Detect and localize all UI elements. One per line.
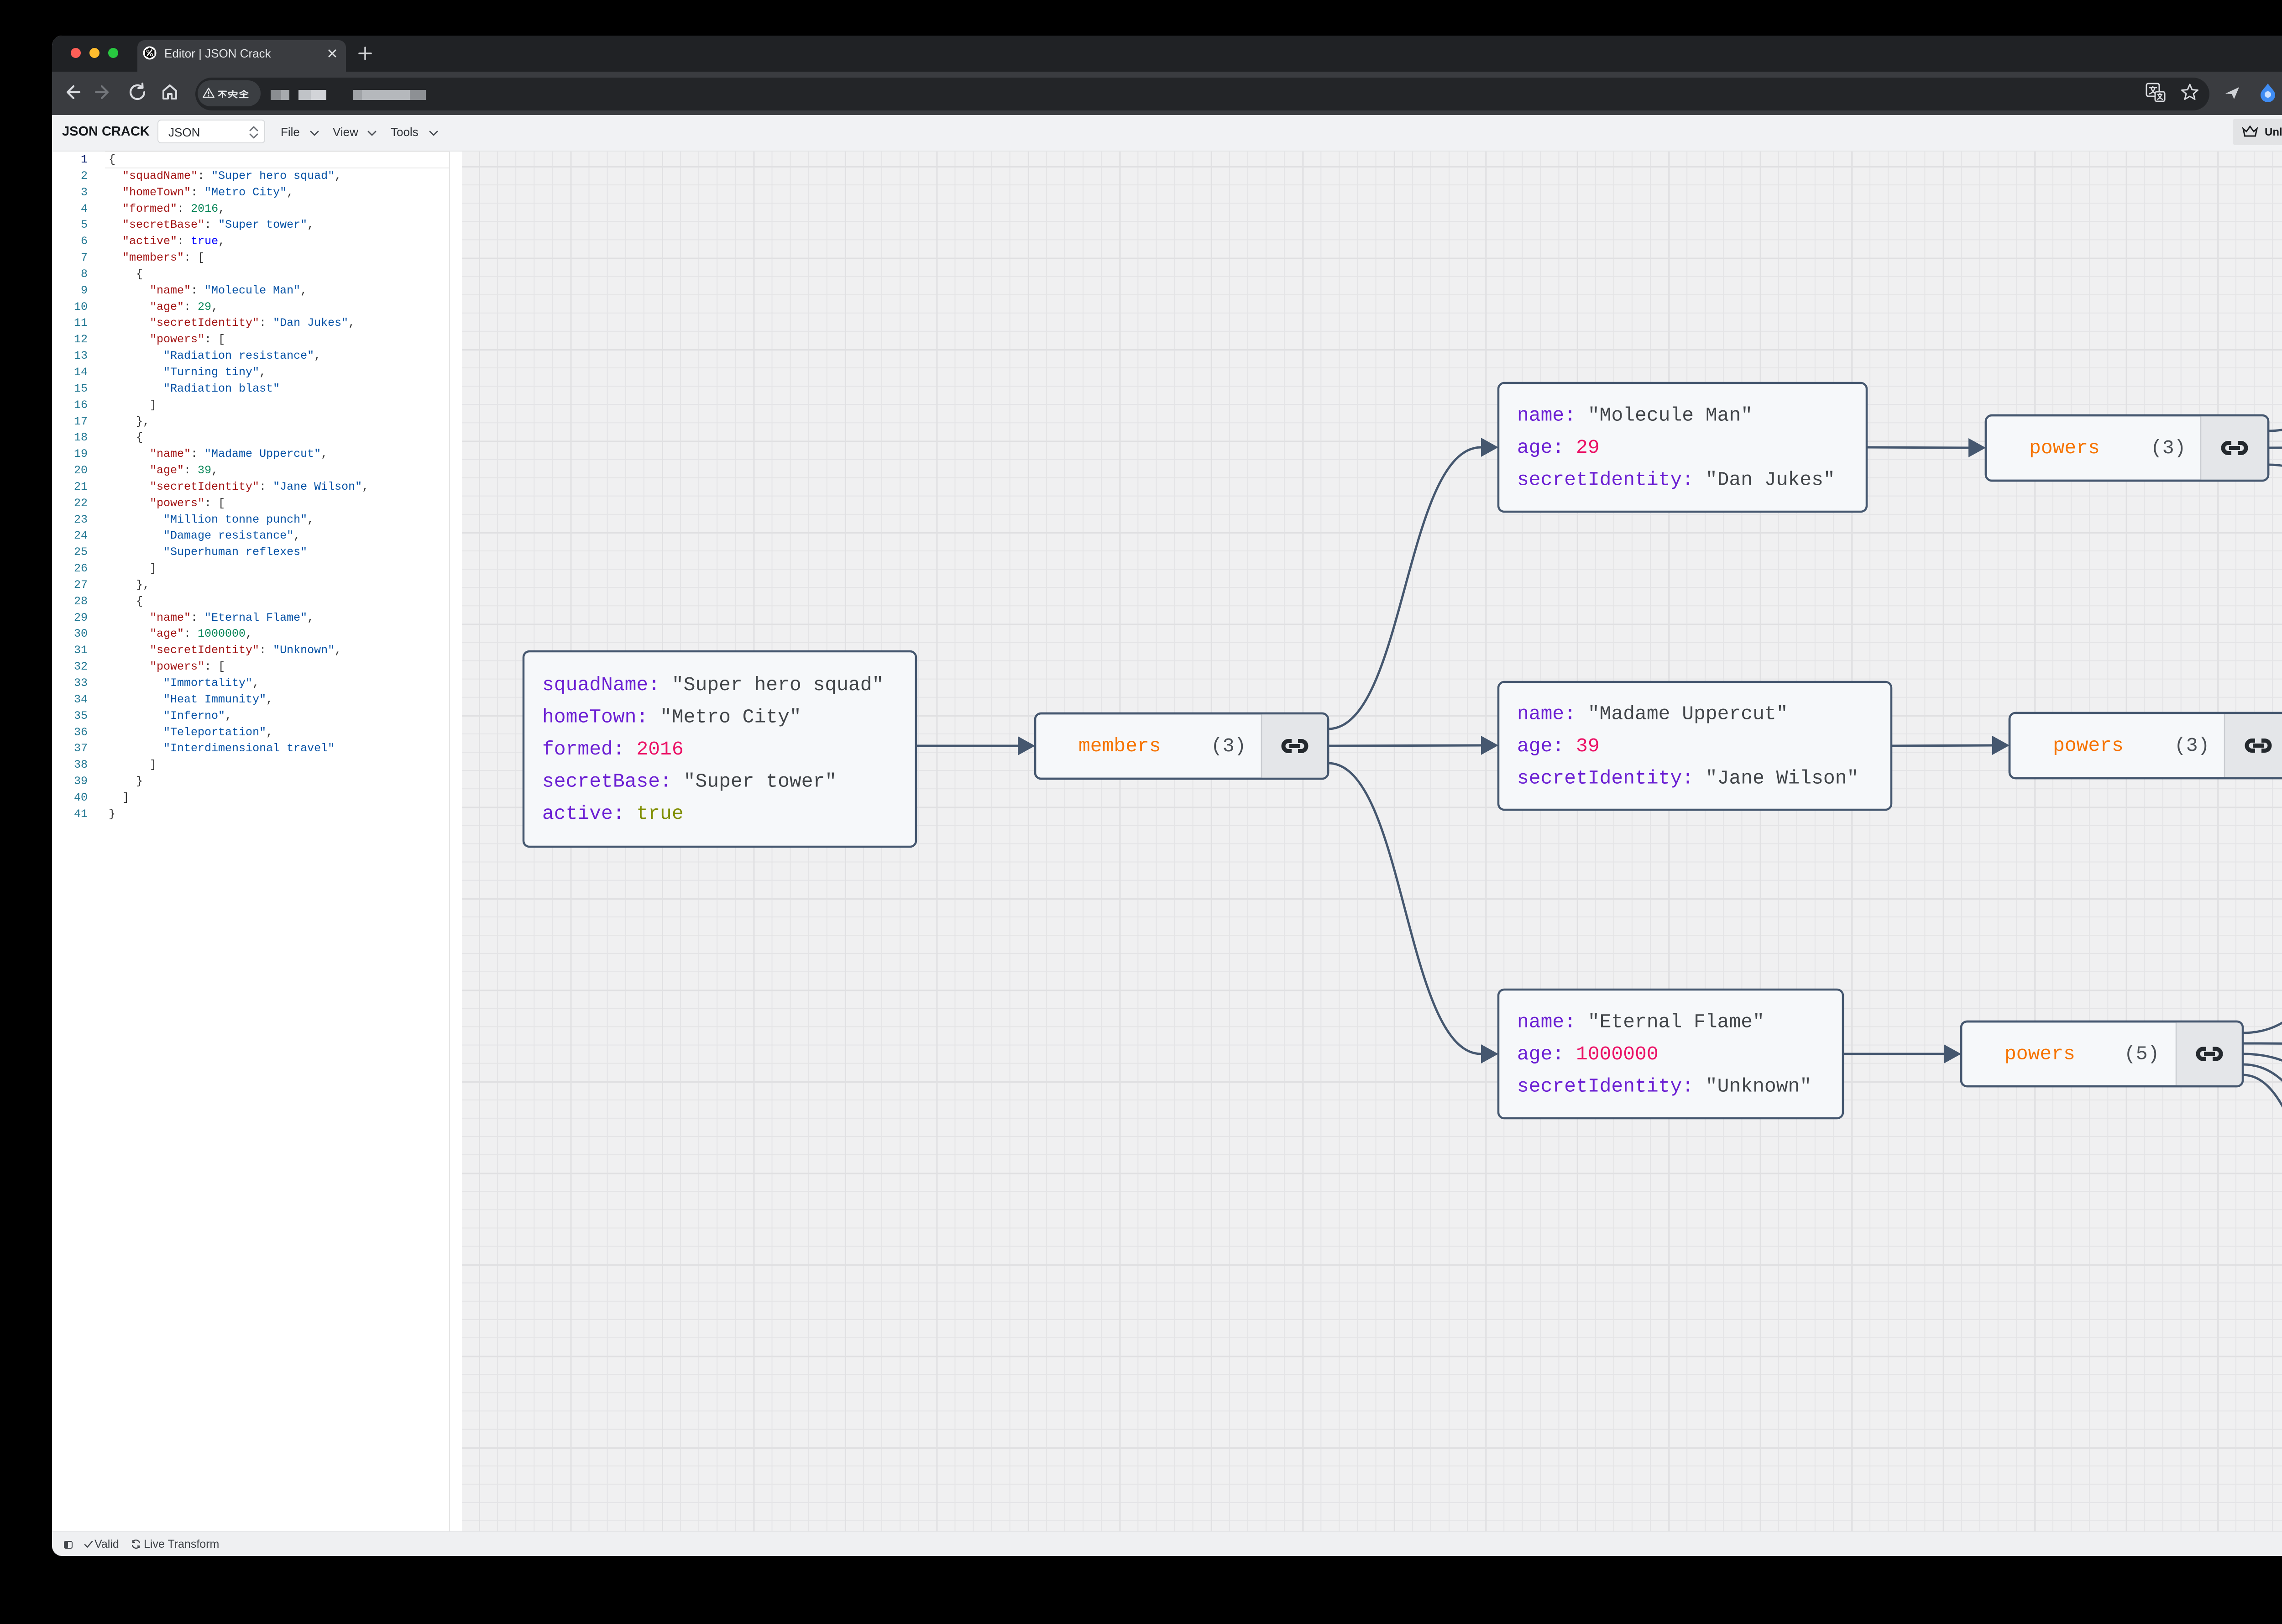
svg-text:powers: powers	[2029, 437, 2100, 459]
svg-text:secretIdentity: "Dan Jukes": secretIdentity: "Dan Jukes"	[1517, 468, 1835, 491]
svg-text:(3): (3)	[1211, 735, 1246, 757]
svg-text:(5): (5)	[2124, 1043, 2159, 1065]
svg-text:powers: powers	[2053, 734, 2124, 757]
svg-text:(3): (3)	[2151, 437, 2186, 459]
svg-text:secretBase: "Super tower": secretBase: "Super tower"	[542, 770, 837, 792]
svg-text:name: "Eternal Flame": name: "Eternal Flame"	[1517, 1011, 1764, 1033]
svg-text:homeTown: "Metro City": homeTown: "Metro City"	[542, 706, 801, 728]
svg-text:squadName: "Super hero squad": squadName: "Super hero squad"	[542, 674, 884, 696]
svg-text:active: true: active: true	[542, 802, 684, 825]
svg-text:age: 29: age: 29	[1517, 436, 1600, 459]
svg-text:formed: 2016: formed: 2016	[542, 738, 684, 760]
svg-text:secretIdentity: "Unknown": secretIdentity: "Unknown"	[1517, 1075, 1811, 1097]
svg-text:name: "Madame Uppercut": name: "Madame Uppercut"	[1517, 702, 1788, 725]
svg-text:secretIdentity: "Jane Wilson": secretIdentity: "Jane Wilson"	[1517, 767, 1858, 789]
svg-text:(3): (3)	[2174, 734, 2209, 757]
svg-text:name: "Molecule Man": name: "Molecule Man"	[1517, 404, 1753, 426]
svg-text:age: 1000000: age: 1000000	[1517, 1043, 1659, 1065]
svg-text:age: 39: age: 39	[1517, 735, 1600, 757]
svg-text:powers: powers	[2005, 1043, 2075, 1065]
svg-text:members: members	[1078, 735, 1161, 757]
